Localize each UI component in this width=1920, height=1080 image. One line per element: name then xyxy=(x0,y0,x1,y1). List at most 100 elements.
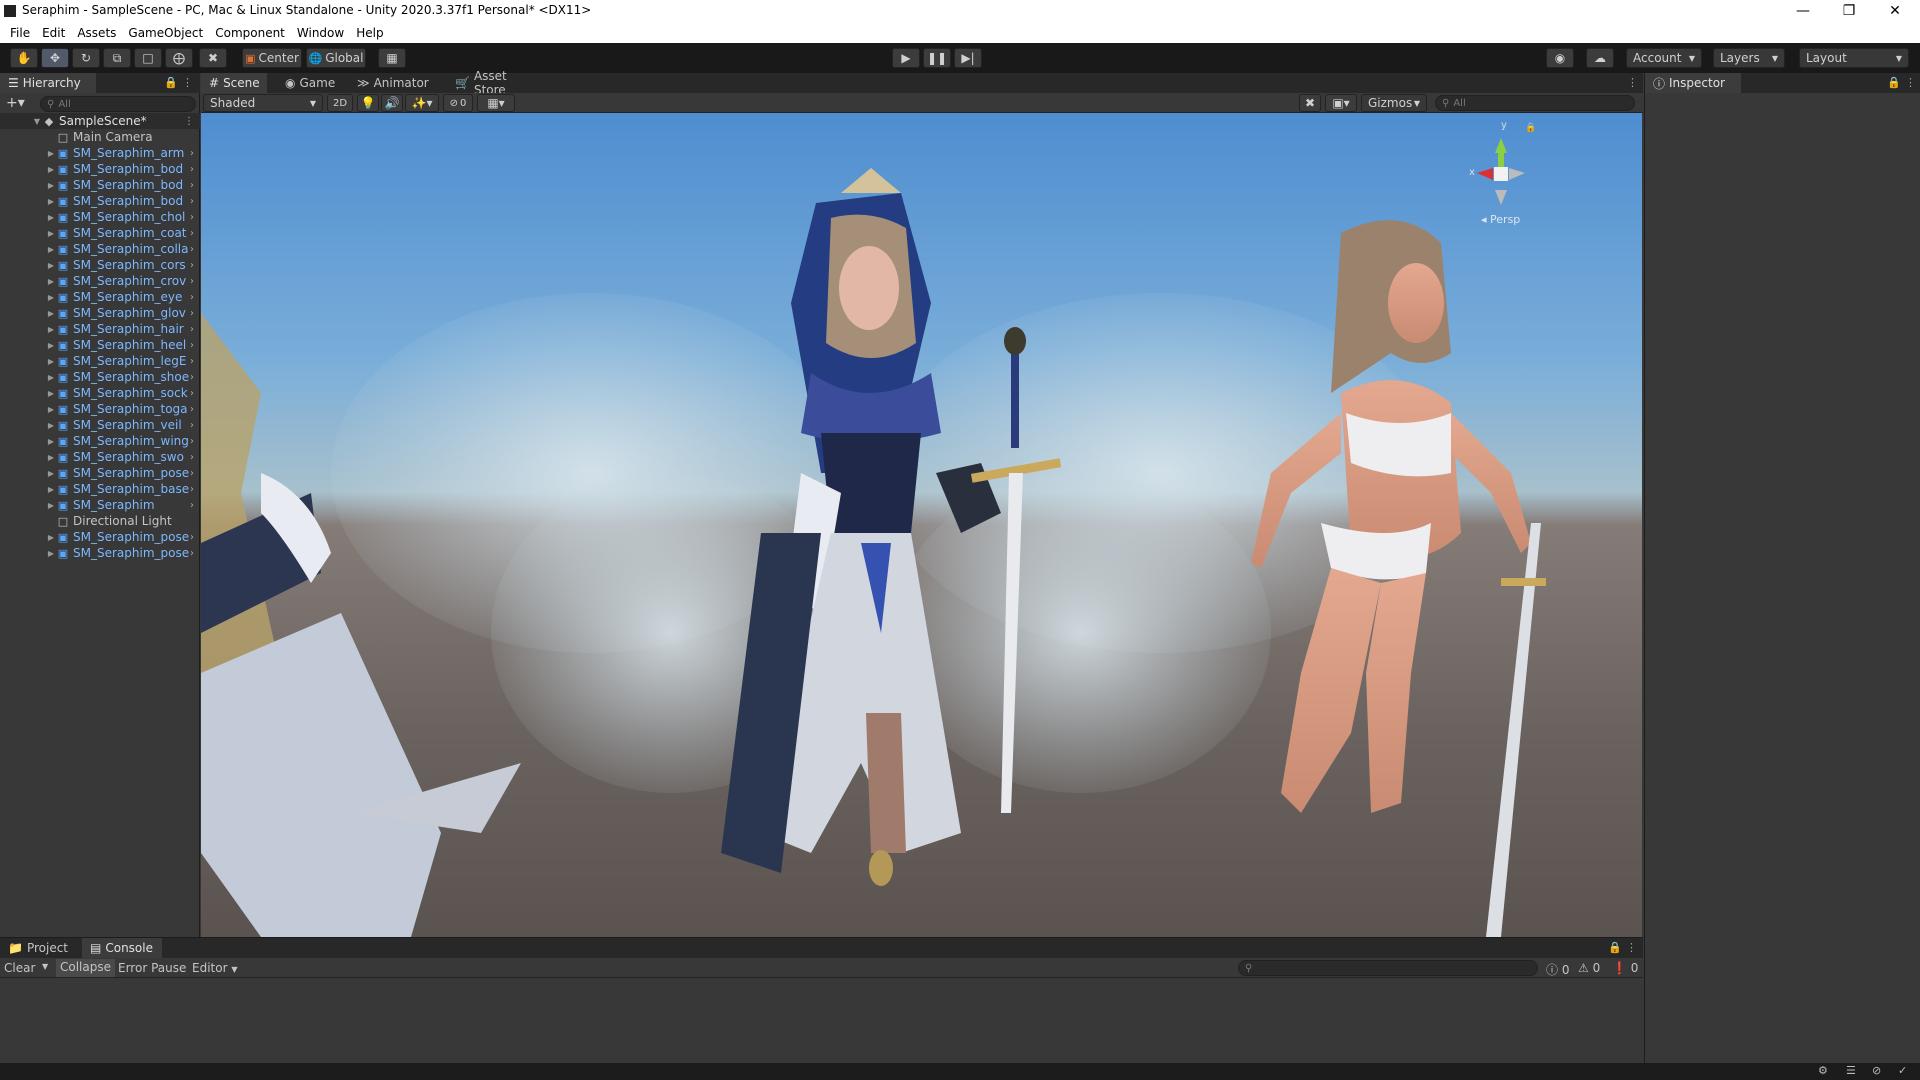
hierarchy-item[interactable]: □ Main Camera xyxy=(0,129,200,145)
hierarchy-search-input[interactable]: ⚲ All xyxy=(40,96,196,112)
chevron-right-icon[interactable]: › xyxy=(190,548,194,559)
rotate-tool-icon[interactable]: ↻ xyxy=(72,48,100,68)
console-search-input[interactable]: ⚲ xyxy=(1238,960,1538,976)
orientation-gizmo[interactable] xyxy=(1477,138,1525,205)
hierarchy-item[interactable]: ▶ ▣ SM_Seraphim_veil › xyxy=(0,417,200,433)
chevron-right-icon[interactable]: › xyxy=(190,260,194,271)
menu-window[interactable]: Window xyxy=(291,26,350,40)
kebab-menu-icon[interactable]: ⋮ xyxy=(182,76,193,89)
move-tool-icon[interactable]: ✥ xyxy=(41,48,69,68)
collapse-toggle[interactable]: Collapse xyxy=(56,959,115,977)
hierarchy-item[interactable]: ▶ ▣ SM_Seraphim_glov › xyxy=(0,305,200,321)
expand-arrow-icon[interactable]: ▶ xyxy=(46,437,56,446)
hierarchy-item[interactable]: ▶ ▣ SM_Seraphim_heel › xyxy=(0,337,200,353)
lock-icon[interactable]: 🔒 xyxy=(1887,76,1901,89)
projection-toggle[interactable]: ◂ Persp xyxy=(1481,213,1520,226)
tab-scene[interactable]: # Scene xyxy=(201,73,267,93)
expand-arrow-icon[interactable]: ▶ xyxy=(46,549,56,558)
hierarchy-item[interactable]: ▶ ▣ SM_Seraphim_sock › xyxy=(0,385,200,401)
expand-arrow-icon[interactable]: ▶ xyxy=(46,485,56,494)
kebab-menu-icon[interactable]: ⋮ xyxy=(1626,941,1637,954)
menu-edit[interactable]: Edit xyxy=(36,26,71,40)
expand-arrow-icon[interactable]: ▶ xyxy=(46,421,56,430)
hierarchy-item[interactable]: ▶ ▣ SM_Seraphim_pose › xyxy=(0,545,200,561)
tab-project[interactable]: 📁 Project xyxy=(0,938,78,958)
kebab-menu-icon[interactable]: ⋮ xyxy=(1627,76,1638,89)
camera-dropdown-icon[interactable]: ▣▾ xyxy=(1325,94,1357,112)
chevron-right-icon[interactable]: › xyxy=(190,436,194,447)
chevron-right-icon[interactable]: › xyxy=(190,228,194,239)
hierarchy-item[interactable]: ▶ ▣ SM_Seraphim_bod › xyxy=(0,193,200,209)
hierarchy-item[interactable]: ▶ ▣ SM_Seraphim › xyxy=(0,497,200,513)
tab-console[interactable]: ▤ Console xyxy=(82,938,162,958)
scale-tool-icon[interactable]: ⧉ xyxy=(103,48,131,68)
chevron-right-icon[interactable]: › xyxy=(190,404,194,415)
expand-arrow-icon[interactable]: ▶ xyxy=(46,229,56,238)
menu-component[interactable]: Component xyxy=(209,26,291,40)
gizmos-dropdown[interactable]: Gizmos ▼ xyxy=(1361,94,1427,112)
tools-icon[interactable]: ✖ xyxy=(1299,94,1321,112)
expand-arrow-icon[interactable]: ▶ xyxy=(46,373,56,382)
clear-button[interactable]: Clear xyxy=(4,961,35,975)
kebab-menu-icon[interactable]: ⋮ xyxy=(184,116,194,127)
expand-arrow-icon[interactable]: ▶ xyxy=(46,325,56,334)
expand-arrow-icon[interactable]: ▶ xyxy=(46,469,56,478)
tab-game[interactable]: ◉ Game xyxy=(277,73,339,93)
lighting-toggle-icon[interactable]: 💡 xyxy=(357,94,379,112)
chevron-right-icon[interactable]: › xyxy=(190,484,194,495)
restore-button[interactable]: ❐ xyxy=(1826,0,1872,22)
clear-options-chevron-icon[interactable]: ▼ xyxy=(42,962,48,971)
hierarchy-item[interactable]: ▶ ▣ SM_Seraphim_swo › xyxy=(0,449,200,465)
chevron-right-icon[interactable]: › xyxy=(190,180,194,191)
chevron-right-icon[interactable]: › xyxy=(190,340,194,351)
minimize-button[interactable]: — xyxy=(1780,0,1826,22)
hierarchy-item[interactable]: ▶ ▣ SM_Seraphim_wing › xyxy=(0,433,200,449)
hierarchy-item[interactable]: ▶ ▣ SM_Seraphim_toga › xyxy=(0,401,200,417)
pause-button[interactable]: ❚❚ xyxy=(923,48,951,68)
lock-icon[interactable]: 🔒 xyxy=(1525,123,1536,133)
expand-arrow-icon[interactable]: ▶ xyxy=(46,165,56,174)
expand-arrow-icon[interactable]: ▶ xyxy=(46,341,56,350)
expand-arrow-icon[interactable]: ▶ xyxy=(46,309,56,318)
scene-search-input[interactable]: ⚲ All xyxy=(1435,95,1635,111)
expand-arrow-icon[interactable]: ▶ xyxy=(46,389,56,398)
menu-help[interactable]: Help xyxy=(350,26,389,40)
expand-arrow-icon[interactable]: ▶ xyxy=(46,149,56,158)
cloud-icon[interactable]: ☁ xyxy=(1586,48,1614,68)
expand-arrow-icon[interactable]: ▶ xyxy=(46,293,56,302)
hierarchy-item[interactable]: ▶ ▣ SM_Seraphim_eye › xyxy=(0,289,200,305)
chevron-right-icon[interactable]: › xyxy=(190,420,194,431)
hierarchy-item[interactable]: ▶ ▣ SM_Seraphim_bod › xyxy=(0,161,200,177)
chevron-right-icon[interactable]: › xyxy=(190,308,194,319)
hierarchy-item[interactable]: ▶ ▣ SM_Seraphim_base › xyxy=(0,481,200,497)
rect-tool-icon[interactable]: □ xyxy=(134,48,162,68)
check-circle-icon[interactable]: ✓ xyxy=(1898,1064,1907,1077)
tab-asset-store[interactable]: 🛒 Asset Store xyxy=(447,69,547,97)
warning-count-toggle[interactable]: ⚠ 0 xyxy=(1578,961,1600,975)
expand-arrow-icon[interactable]: ▶ xyxy=(46,357,56,366)
chevron-right-icon[interactable]: › xyxy=(190,292,194,303)
hierarchy-item[interactable]: ▶ ▣ SM_Seraphim_cors › xyxy=(0,257,200,273)
chevron-right-icon[interactable]: › xyxy=(190,372,194,383)
hierarchy-item[interactable]: ▶ ▣ SM_Seraphim_chol › xyxy=(0,209,200,225)
shading-mode-dropdown[interactable]: Shaded ▼ xyxy=(203,94,323,112)
menu-assets[interactable]: Assets xyxy=(71,26,122,40)
chevron-right-icon[interactable]: › xyxy=(190,388,194,399)
hierarchy-item[interactable]: ▶ ▣ SM_Seraphim_bod › xyxy=(0,177,200,193)
tab-inspector[interactable]: ⓘ Inspector xyxy=(1645,73,1741,93)
chevron-right-icon[interactable]: › xyxy=(190,148,194,159)
transform-tool-icon[interactable]: ⨁ xyxy=(165,48,193,68)
network-icon[interactable]: ⊘ xyxy=(1872,1064,1881,1077)
bug-icon[interactable]: ⚙ xyxy=(1818,1064,1828,1077)
hand-tool-icon[interactable]: ✋ xyxy=(10,48,38,68)
hierarchy-item[interactable]: ▶ ▣ SM_Seraphim_pose › xyxy=(0,465,200,481)
close-button[interactable]: ✕ xyxy=(1872,0,1918,22)
hierarchy-item[interactable]: ▶ ▣ SM_Seraphim_shoe › xyxy=(0,369,200,385)
hierarchy-item[interactable]: □ Directional Light xyxy=(0,513,200,529)
hierarchy-item[interactable]: ▶ ▣ SM_Seraphim_hair › xyxy=(0,321,200,337)
tab-animator[interactable]: ≫ Animator xyxy=(349,73,433,93)
scene-viewport[interactable]: y x 🔒 ◂ Persp xyxy=(201,113,1642,937)
expand-arrow-icon[interactable]: ▶ xyxy=(46,405,56,414)
expand-arrow-icon[interactable]: ▶ xyxy=(46,197,56,206)
editor-dropdown[interactable]: Editor ▼ xyxy=(192,961,238,975)
